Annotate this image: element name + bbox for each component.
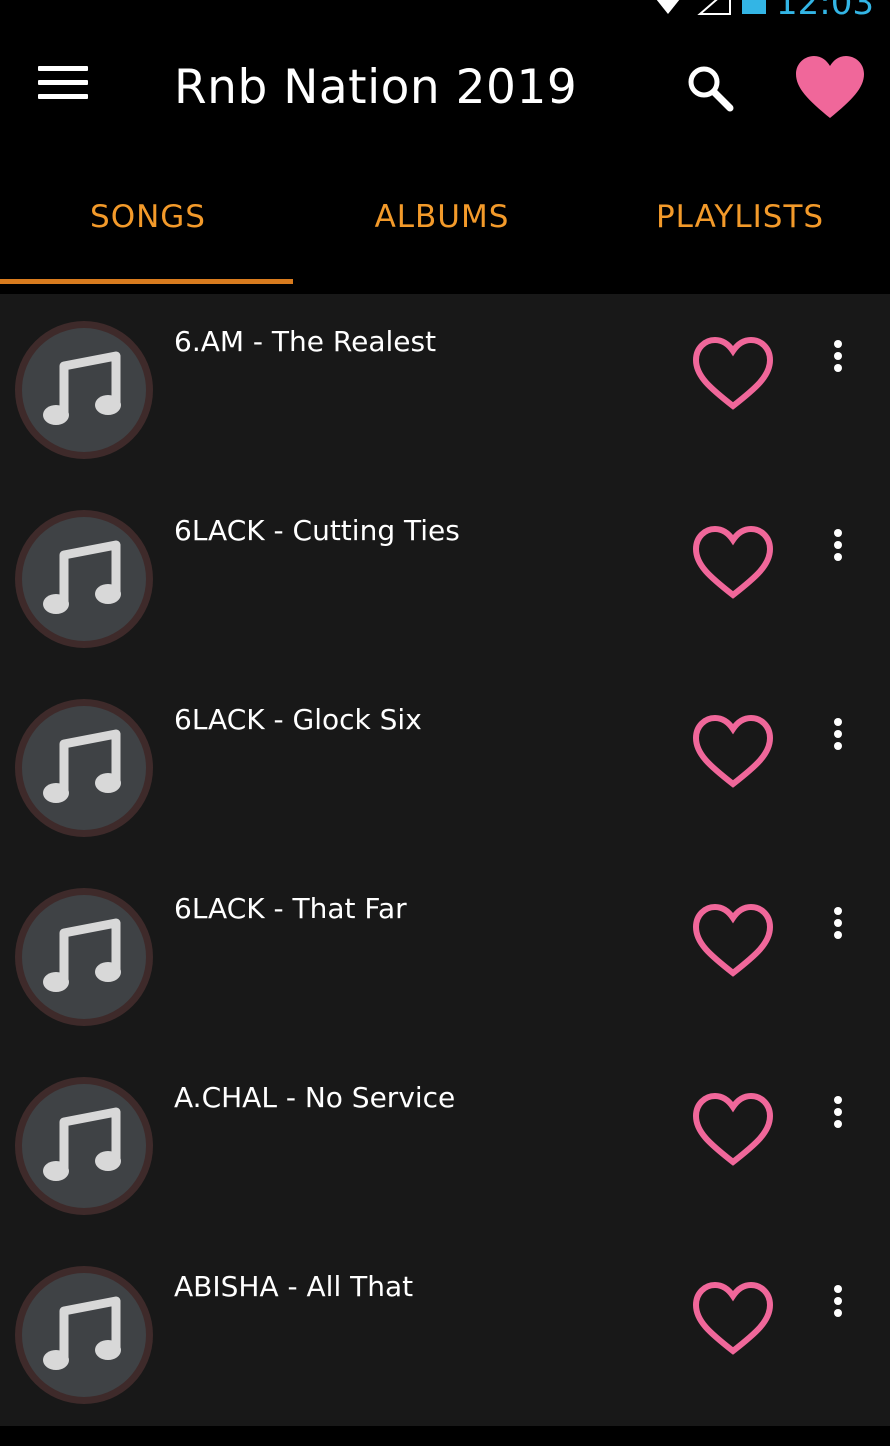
signal-icon [697, 0, 732, 15]
heart-outline-icon[interactable] [690, 334, 776, 412]
music-note-icon [15, 510, 153, 648]
hamburger-menu-icon[interactable] [38, 66, 88, 106]
heart-outline-icon[interactable] [690, 523, 776, 601]
heart-outline-icon[interactable] [690, 1279, 776, 1357]
more-options-icon[interactable] [820, 1285, 856, 1325]
song-title: 6.AM - The Realest [174, 325, 437, 358]
tab-bar: SONGS ALBUMS PLAYLISTS [0, 158, 890, 294]
song-row[interactable]: 6LACK - Cutting Ties [0, 483, 890, 672]
song-row[interactable]: A.CHAL - No Service [0, 1050, 890, 1239]
more-options-icon[interactable] [820, 340, 856, 380]
more-options-icon[interactable] [820, 718, 856, 758]
song-list: 6.AM - The Realest 6LACK - Cutting Ties … [0, 294, 890, 1426]
music-note-icon [15, 888, 153, 1026]
wifi-icon [656, 0, 680, 14]
music-note-icon [15, 699, 153, 837]
song-title: 6LACK - That Far [174, 892, 407, 925]
active-tab-indicator [0, 279, 293, 284]
more-options-icon[interactable] [820, 1096, 856, 1136]
song-row[interactable]: 6LACK - That Far [0, 861, 890, 1050]
search-icon [688, 66, 734, 112]
status-icons: 12:03 [650, 0, 874, 18]
song-title: ABISHA - All That [174, 1270, 414, 1303]
search-button[interactable] [684, 62, 736, 114]
status-time: 12:03 [776, 0, 874, 18]
heart-outline-icon[interactable] [690, 901, 776, 979]
battery-icon [742, 0, 767, 14]
bottom-bar [0, 1426, 890, 1446]
more-options-icon[interactable] [820, 529, 856, 569]
song-title: 6LACK - Glock Six [174, 703, 422, 736]
favorites-button[interactable] [794, 54, 866, 120]
status-bar: 12:03 [0, 0, 890, 18]
app-bar: Rnb Nation 2019 [0, 18, 890, 158]
music-note-icon [15, 321, 153, 459]
tab-songs[interactable]: SONGS [0, 158, 296, 284]
app-title: Rnb Nation 2019 [174, 60, 578, 115]
tab-albums[interactable]: ALBUMS [294, 158, 590, 284]
song-row[interactable]: 6.AM - The Realest [0, 294, 890, 483]
more-options-icon[interactable] [820, 907, 856, 947]
music-note-icon [15, 1077, 153, 1215]
song-row[interactable]: 6LACK - Glock Six [0, 672, 890, 861]
song-row[interactable]: ABISHA - All That [0, 1239, 890, 1428]
song-title: 6LACK - Cutting Ties [174, 514, 460, 547]
heart-outline-icon[interactable] [690, 1090, 776, 1168]
tab-playlists[interactable]: PLAYLISTS [592, 158, 888, 284]
heart-filled-icon [796, 56, 864, 118]
music-note-icon [15, 1266, 153, 1404]
heart-outline-icon[interactable] [690, 712, 776, 790]
song-title: A.CHAL - No Service [174, 1081, 456, 1114]
